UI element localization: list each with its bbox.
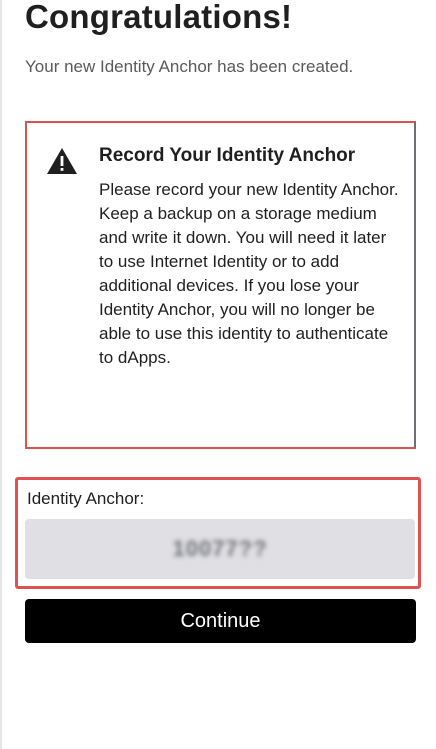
identity-anchor-field[interactable]: 10077?? (25, 519, 415, 579)
warning-box: Record Your Identity Anchor Please recor… (25, 121, 416, 449)
identity-anchor-value: 10077?? (172, 536, 268, 561)
identity-anchor-label: Identity Anchor: (27, 489, 145, 508)
warning-triangle-icon (47, 148, 77, 174)
warning-title: Record Your Identity Anchor (99, 145, 356, 166)
identity-anchor-section: Identity Anchor: 10077?? (15, 477, 421, 589)
continue-button[interactable]: Continue (25, 599, 416, 643)
page-title: Congratulations! (25, 0, 293, 35)
page-subtitle: Your new Identity Anchor has been create… (25, 57, 354, 76)
warning-body: Please record your new Identity Anchor. … (99, 180, 399, 367)
page: Congratulations! Your new Identity Ancho… (0, 0, 436, 749)
left-edge-divider (0, 0, 2, 749)
